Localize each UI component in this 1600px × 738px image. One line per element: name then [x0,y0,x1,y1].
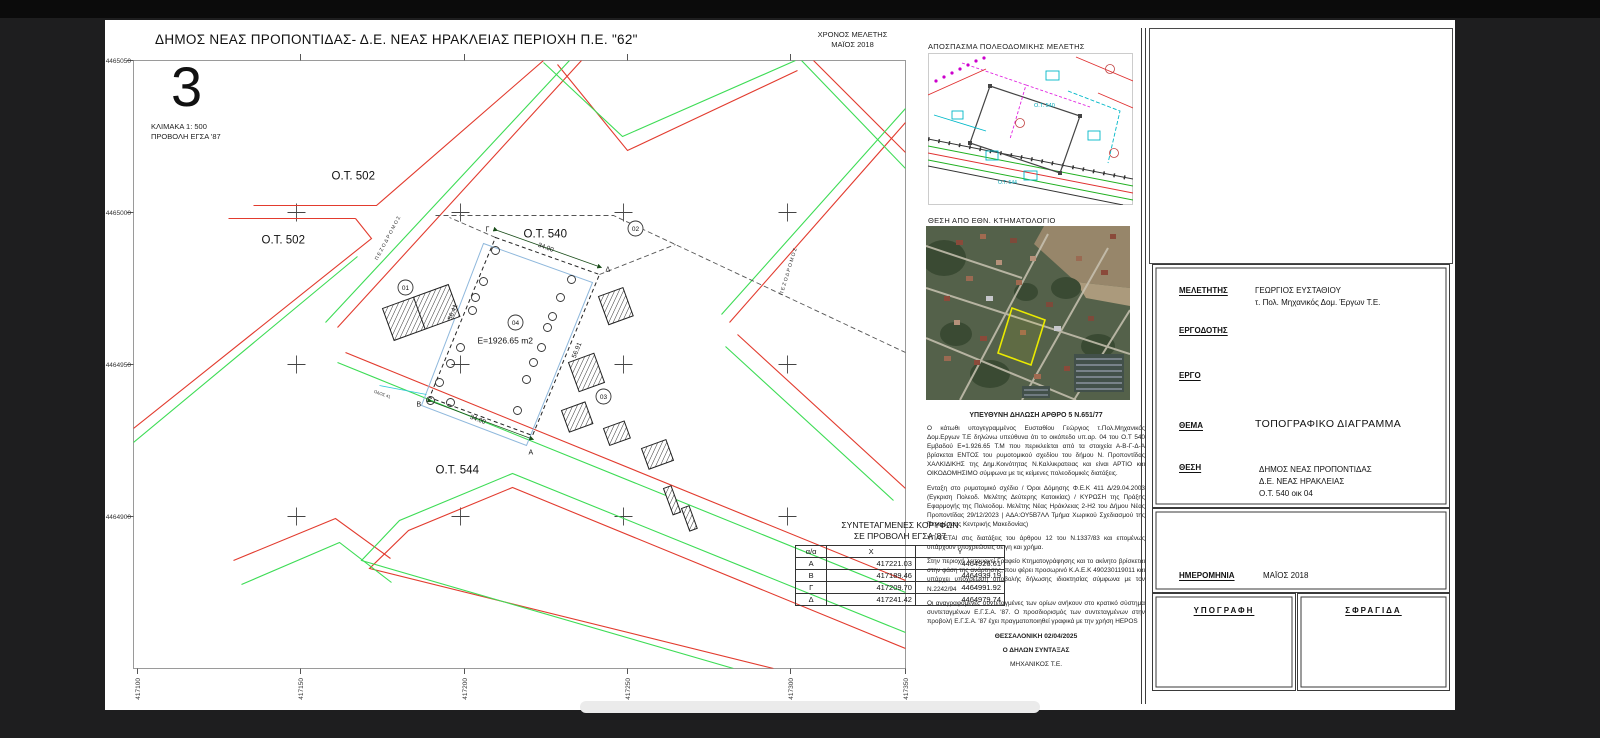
signature-label: ΥΠΟΓΡΑΦΗ [1153,606,1295,615]
cell-point: Δ [796,594,827,606]
block-dashed-boundary [436,216,906,353]
x-tick-label: 417100 [135,678,142,700]
street-label-odos: ΟΔΟΣ 41 [373,389,392,400]
planning-label-ot540: Ο.Τ. 540 [1034,103,1055,109]
cell-point: Β [796,570,827,582]
parcel-area-label: E=1926.65 m2 [478,336,534,346]
block-label-502a: Ο.Τ. 502 [332,171,375,183]
meletitis-title: τ. Πολ. Μηχανικός Δομ. Έργων Τ.Ε. [1255,298,1380,307]
planning-label-ot544: Ο.Τ. 544 [998,180,1017,186]
cell-x: 417241.42 [827,594,916,606]
titleblock-empty-panel [1149,28,1453,264]
x-tick-label: 417350 [903,678,910,700]
thesi-label: ΘΕΣΗ [1179,463,1201,472]
map-x-axis: 417100 417150 417200 417250 417300 41735… [135,678,910,700]
y-tick-label: 4465050 [106,58,132,65]
study-time-block: ΧΡΟΝΟΣ ΜΕΛΕΤΗΣ ΜΑΪΟΣ 2018 [795,30,910,50]
cell-x: 417189.46 [827,570,916,582]
cell-point: Α [796,558,827,570]
horizontal-scrollbar-thumb[interactable] [580,701,1040,713]
parcel-dim-right: 56.91 [571,341,584,359]
x-tick-label: 417200 [462,678,469,700]
corner-label-alpha: A [529,450,534,457]
titleblock-date: ΗΜΕΡΟΜΗΝΙΑ ΜΑΪΟΣ 2018 [1152,508,1450,593]
meletitis-name: ΓΕΩΡΓΙΟΣ ΕΥΣΤΑΘΙΟΥ [1255,286,1341,295]
meletitis-label: ΜΕΛΕΤΗΤΗΣ [1179,286,1228,295]
x-tick-label: 417250 [625,678,632,700]
x-tick-label: 417150 [298,678,305,700]
declaration-paragraph: Οι αναγραφόμενες συντεταγμένες των ορίων… [927,599,1145,626]
grid-cross-marks [288,204,797,526]
declaration-paragraph: ΥΠΑΓΕΤΑΙ στις διατάξεις του άρθρου 12 το… [927,534,1145,552]
block-label-502b: Ο.Τ. 502 [262,235,305,247]
ergodotis-label: ΕΡΓΟΔΟΤΗΣ [1179,326,1228,335]
lot-number-04: 04 [512,320,520,327]
titleblock-main: ΜΕΛΕΤΗΤΗΣ ΓΕΩΡΓΙΟΣ ΕΥΣΤΑΘΙΟΥ τ. Πολ. Μηχ… [1152,264,1450,508]
building-footprints [383,285,698,531]
road-label-pezodromos-2: ΠΕΖΟΔΡΟΜΟΣ [779,246,800,296]
date-value: ΜΑΪΟΣ 2018 [1263,571,1308,580]
y-tick-label: 4464900 [106,514,132,521]
map-frame-ticks [127,54,906,674]
survey-map: 4465050 4465000 4464950 4464900 417100 4… [105,48,950,708]
declaration-block: ΥΠΕΥΘΥΝΗ ΔΗΛΩΣΗ ΑΡΘΡΟ 5 Ν.651/77 Ο κάτωθ… [927,412,1145,668]
thema-value: ΤΟΠΟΓΡΑΦΙΚΟ ΔΙΑΓΡΑΜΜΑ [1255,418,1401,430]
drawing-sheet: ΔΗΜΟΣ ΝΕΑΣ ΠΡΟΠΟΝΤΙΔΑΣ- Δ.Ε. ΝΕΑΣ ΗΡΑΚΛΕ… [105,20,1455,710]
corner-label-gamma: Γ [486,227,490,234]
titleblock-divider [1141,28,1146,704]
cell-point: Γ [796,582,827,594]
lot-number-03: 03 [600,394,608,401]
viewer-background: ΔΗΜΟΣ ΝΕΑΣ ΠΡΟΠΟΝΤΙΔΑΣ- Δ.Ε. ΝΕΑΣ ΗΡΑΚΛΕ… [0,0,1600,738]
thema-label: ΘΕΜΑ [1179,421,1203,430]
declaration-paragraph: Ενταξη στο ρυμοτομικό σχέδιο / Όροι Δόμη… [927,484,1145,529]
declaration-place-date: ΘΕΣΣΑΛΟΝΙΚΗ 02/04/2025 [927,633,1145,640]
corner-label-delta: Δ [606,267,611,274]
titleblock-signature: ΥΠΟΓΡΑΦΗ [1152,593,1296,691]
titleblock-stamp: ΣΦΡΑΓΙΔΑ [1297,593,1450,691]
declaration-signer-title: ΜΗΧΑΝΙΚΟΣ Τ.Ε. [927,661,1145,668]
parcel-dim-top: 34.00 [537,242,555,254]
lot-number-01: 01 [402,285,410,292]
y-tick-label: 4464950 [106,362,132,369]
x-tick-label: 417300 [788,678,795,700]
thesi-line3: Ο.Τ. 540 οικ 04 [1259,489,1313,498]
cadastre-inset-title: ΘΕΣΗ ΑΠΟ ΕΘΝ. ΚΤΗΜΑΤΟΛΟΓΙΟ [928,216,1056,225]
viewer-top-strip [0,0,1600,18]
declaration-signer: Ο ΔΗΛΩΝ ΣΥΝΤΑΞΑΣ [927,647,1145,654]
date-label: ΗΜΕΡΟΜΗΝΙΑ [1179,571,1235,580]
col-header-aa: α/α [796,546,827,558]
map-y-axis: 4465050 4465000 4464950 4464900 [106,58,132,521]
block-label-540: Ο.Τ. 540 [524,229,567,241]
block-label-544: Ο.Τ. 544 [436,465,480,477]
declaration-paragraph: Ο κάτωθι υπογεγραμμένος Ευσταθίου Γεώργι… [927,424,1145,479]
cell-x: 417221.03 [827,558,916,570]
declaration-paragraph: Στην περιοχή λειτουργεί Γραφείο Κτηματογ… [927,557,1145,593]
lot-number-02: 02 [632,226,640,233]
corner-label-beta: B [417,402,422,409]
tree-symbols [427,247,576,415]
stamp-label: ΣΦΡΑΓΙΔΑ [1298,606,1449,615]
map-content: Ο.Τ. 502 Ο.Τ. 502 Ο.Τ. 540 Ο.Τ. 544 ΠΕΖΟ… [134,61,906,669]
study-time-label: ΧΡΟΝΟΣ ΜΕΛΕΤΗΣ [795,30,910,40]
ergo-label: ΕΡΓΟ [1179,371,1201,380]
col-header-x: X [827,546,916,558]
y-tick-label: 4465000 [106,210,132,217]
drawing-title: ΔΗΜΟΣ ΝΕΑΣ ΠΡΟΠΟΝΤΙΔΑΣ- Δ.Ε. ΝΕΑΣ ΗΡΑΚΛΕ… [155,32,638,47]
thesi-line1: ΔΗΜΟΣ ΝΕΑΣ ΠΡΟΠΟΝΤΙΔΑΣ [1259,465,1372,474]
satellite-image [926,226,1130,400]
thesi-line2: Δ.Ε. ΝΕΑΣ ΗΡΑΚΛΕΙΑΣ [1259,477,1344,486]
planning-inset-title: ΑΠΟΣΠΑΣΜΑ ΠΟΛΕΟΔΟΜΙΚΗΣ ΜΕΛΕΤΗΣ [928,42,1085,51]
declaration-title: ΥΠΕΥΘΥΝΗ ΔΗΛΩΣΗ ΑΡΘΡΟ 5 Ν.651/77 [927,412,1145,419]
planning-study-inset: Ο.Τ. 540 Ο.Τ. 544 [928,53,1133,205]
cell-x: 417209.70 [827,582,916,594]
